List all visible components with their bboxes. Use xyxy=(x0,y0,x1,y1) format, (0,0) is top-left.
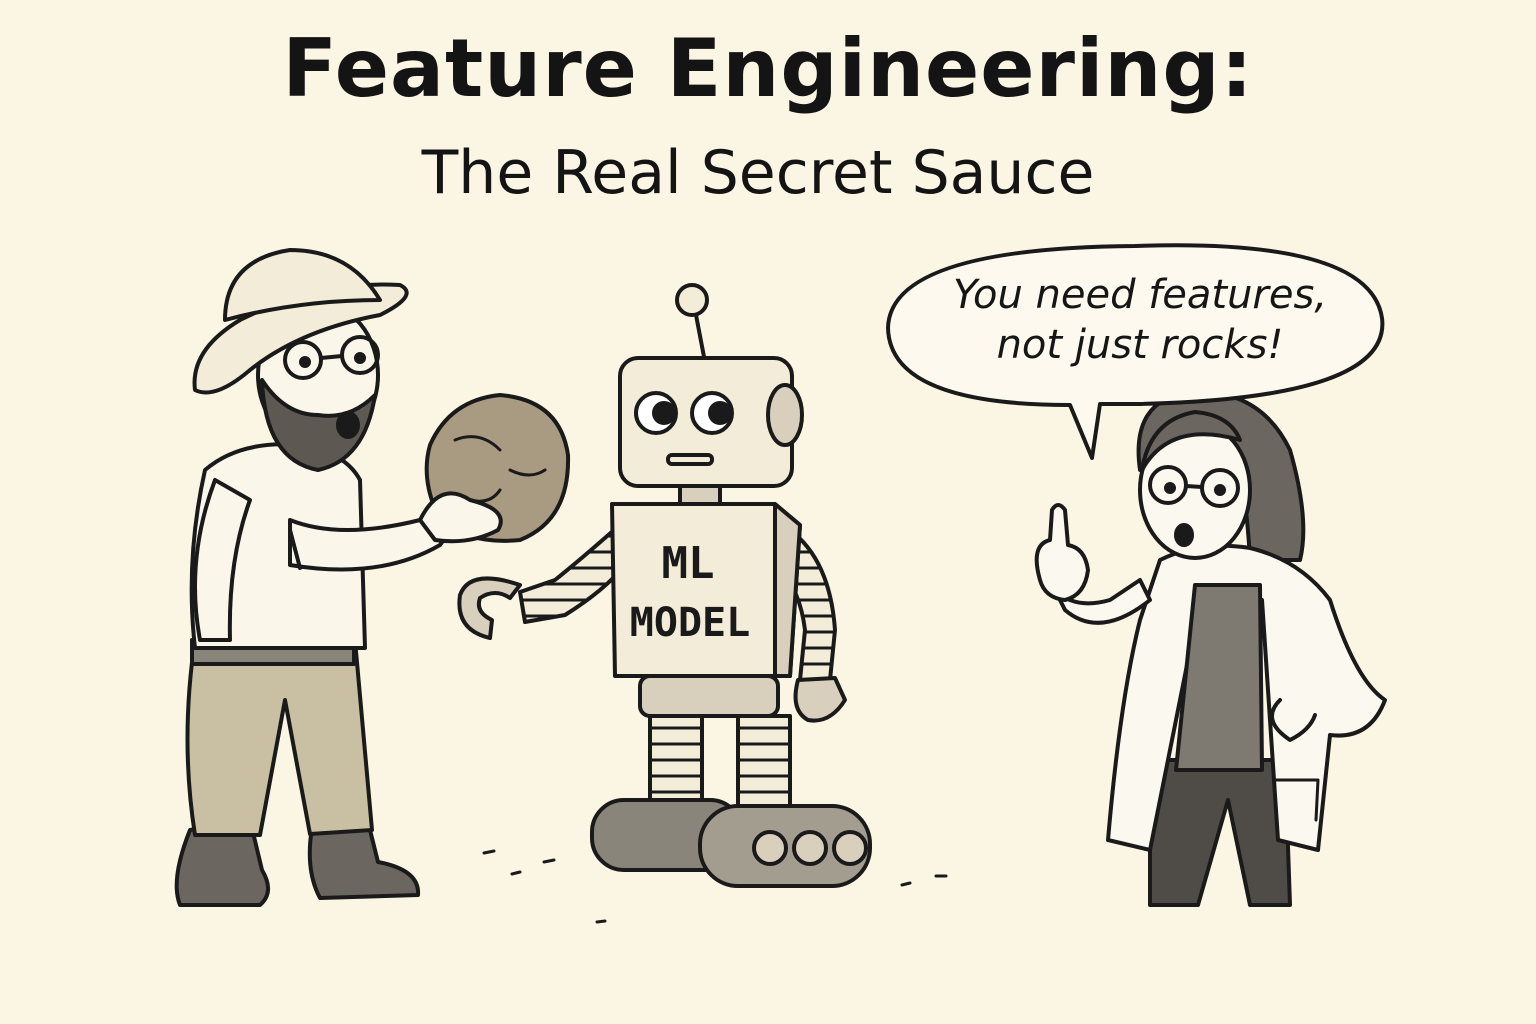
pants xyxy=(185,638,374,837)
robot-claw xyxy=(457,576,522,640)
speech-line-2: not just rocks! xyxy=(996,322,1284,368)
geologist-figure xyxy=(174,248,571,907)
scientist-pants xyxy=(1148,758,1292,907)
robot-label-model: MODEL xyxy=(630,600,750,646)
robot-body xyxy=(610,502,802,678)
robot-hand-right xyxy=(793,676,847,723)
comic-illustration: ML MODEL xyxy=(174,243,1387,924)
scientist-figure xyxy=(1034,389,1387,907)
robot-figure: ML MODEL xyxy=(457,283,872,888)
speech-text: You need features, not just rocks! xyxy=(905,270,1375,370)
robot-leg-right xyxy=(736,714,792,808)
pointing-hand xyxy=(1034,503,1090,602)
robot-arm-left xyxy=(518,528,627,624)
antenna-ball xyxy=(675,283,709,317)
comic-panel: Feature Engineering: The Real Secret Sau… xyxy=(0,0,1536,1024)
speech-line-1: You need features, xyxy=(952,272,1328,318)
robot-leg-left xyxy=(648,714,704,808)
robot-label-ml: ML xyxy=(662,538,715,589)
